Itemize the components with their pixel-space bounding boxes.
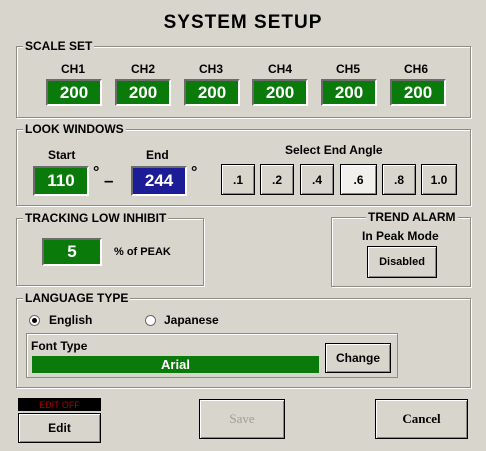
scale-set-legend: SCALE SET [23, 39, 95, 53]
ch1-label: CH1 [61, 62, 86, 76]
angle-button-0-6[interactable]: .6 [340, 164, 377, 195]
trend-alarm-disabled-button[interactable]: Disabled [367, 246, 437, 278]
angle-button-0-1[interactable]: .1 [221, 164, 255, 195]
end-angle-value[interactable]: 244 [131, 166, 187, 196]
angle-button-0-8[interactable]: .8 [382, 164, 416, 195]
tracking-low-inhibit-legend: TRACKING LOW INHIBIT [23, 211, 169, 225]
start-degree-symbol: ° [93, 164, 100, 181]
edit-status-indicator: EDIT OFF [18, 398, 101, 411]
start-angle-value[interactable]: 110 [33, 166, 89, 196]
peak-mode-label: In Peak Mode [362, 229, 439, 243]
start-label: Start [48, 148, 76, 162]
ch3-label: CH3 [199, 62, 224, 76]
english-label[interactable]: English [49, 313, 92, 327]
japanese-radio[interactable] [145, 315, 156, 326]
tracking-low-inhibit-value[interactable]: 5 [42, 238, 102, 266]
percent-of-peak-label: % of PEAK [114, 246, 171, 258]
ch1-scale-value[interactable]: 200 [46, 79, 102, 106]
save-button[interactable]: Save [199, 399, 285, 439]
ch4-label: CH4 [268, 62, 293, 76]
look-windows-legend: LOOK WINDOWS [23, 122, 126, 136]
ch5-label: CH5 [336, 62, 361, 76]
angle-range-dash: – [104, 171, 114, 190]
ch2-scale-value[interactable]: 200 [115, 79, 171, 106]
ch2-label: CH2 [131, 62, 156, 76]
end-label: End [146, 148, 169, 162]
dialog-title: SYSTEM SETUP [163, 12, 323, 33]
angle-button-0-2[interactable]: .2 [260, 164, 294, 195]
angle-button-1-0[interactable]: 1.0 [421, 164, 457, 195]
cancel-button[interactable]: Cancel [375, 399, 468, 439]
english-radio[interactable] [29, 315, 40, 326]
select-end-angle-label: Select End Angle [285, 143, 383, 157]
ch6-label: CH6 [404, 62, 429, 76]
ch4-scale-value[interactable]: 200 [252, 79, 308, 106]
font-type-label: Font Type [31, 339, 88, 353]
ch3-scale-value[interactable]: 200 [184, 79, 240, 106]
radio-selected-dot [32, 318, 37, 323]
change-font-button[interactable]: Change [325, 343, 391, 373]
language-type-legend: LANGUAGE TYPE [23, 291, 131, 305]
japanese-label[interactable]: Japanese [164, 313, 219, 327]
edit-button[interactable]: Edit [18, 413, 101, 443]
end-degree-symbol: ° [191, 164, 198, 181]
font-type-value: Arial [32, 356, 319, 373]
ch6-scale-value[interactable]: 200 [390, 79, 446, 106]
ch5-scale-value[interactable]: 200 [321, 79, 377, 106]
angle-button-0-4[interactable]: .4 [300, 164, 334, 195]
trend-alarm-legend: TREND ALARM [366, 210, 458, 224]
